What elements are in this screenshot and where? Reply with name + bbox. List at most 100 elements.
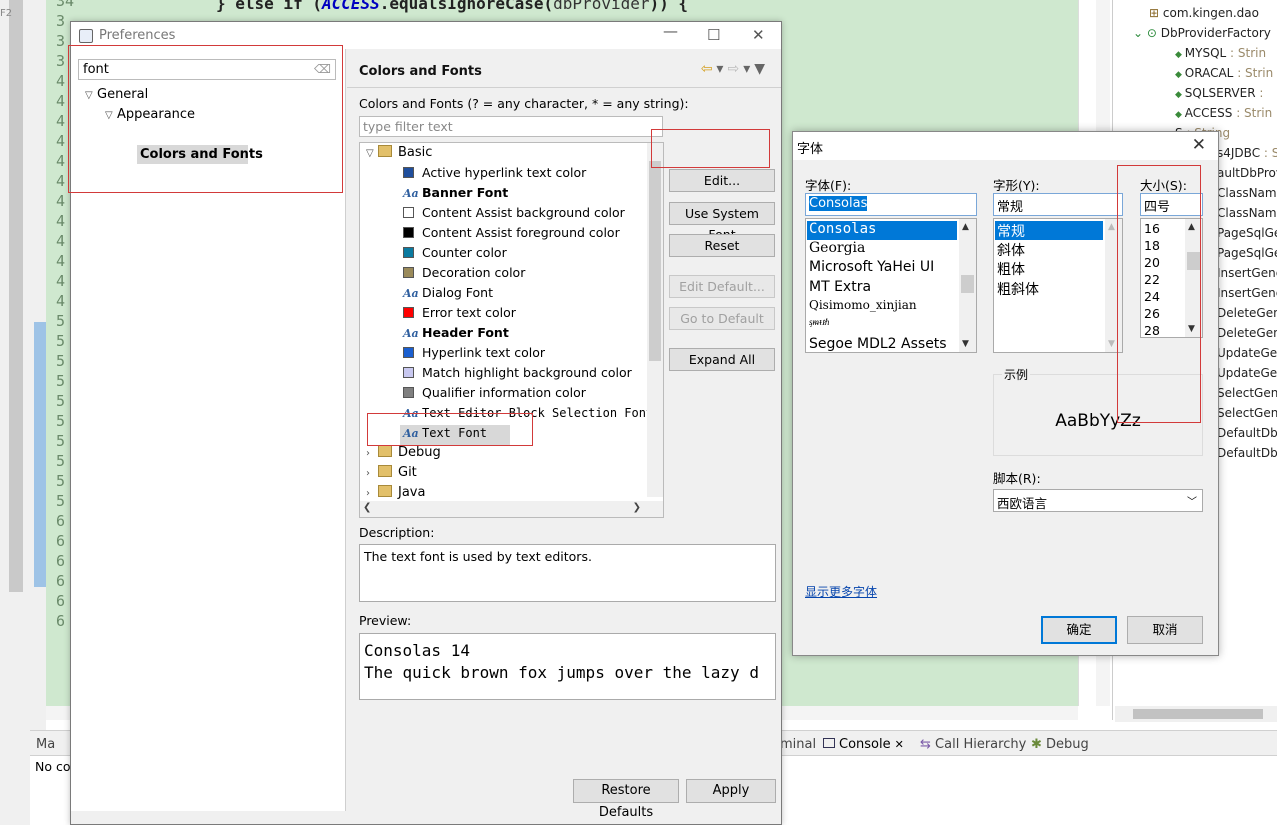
tab-terminal[interactable]: minal [780,737,816,752]
outline-item[interactable]: ◆ ORACAL : Strin [1175,66,1273,86]
colors-filter-input[interactable]: type filter text [359,116,663,137]
outline-item[interactable]: SelectGene [1217,386,1277,406]
cancel-button[interactable]: 取消 [1127,616,1203,644]
apply-button[interactable]: Apply [686,779,776,803]
tab-console[interactable]: Console ✕ [823,737,904,752]
outline-item[interactable]: UpdateGen [1217,366,1277,386]
outline-item[interactable]: ◆ ACCESS : Strin [1175,106,1272,126]
call-hierarchy-icon: ⇆ [920,737,931,752]
edit-default-button[interactable]: Edit Default... [669,275,775,298]
tree-item-basic[interactable]: ▽ Basic [366,145,432,165]
close-icon[interactable]: ✕ [752,26,765,44]
maximize-icon[interactable]: ☐ [707,26,720,44]
outline-item[interactable]: ⊞ com.kingen.dao [1149,6,1259,26]
eclipse-icon [79,29,93,43]
colors-fonts-tree[interactable]: ▽ Basic Active hyperlink text color Aa Bann… [359,142,664,518]
field-icon: ◆ [1175,110,1185,120]
annotation-box-size [1117,165,1201,423]
outline-item[interactable]: InsertGene [1217,286,1277,306]
ide-gutter-bar [9,0,23,592]
chevron-down-icon[interactable]: ▽ [366,148,378,159]
outline-item[interactable]: PageSqlGe [1217,226,1277,246]
color-font-item[interactable]: Aa Dialog Font [403,285,493,305]
font-style-input[interactable]: 常规 [993,193,1123,216]
color-font-item[interactable]: Hyperlink text color [403,345,545,365]
console-text: No co [35,759,71,774]
color-font-item[interactable]: Content Assist foreground color [403,225,620,245]
line-number: 5 [56,472,66,490]
list-item[interactable]: Consolas [807,221,957,240]
chevron-right-icon[interactable]: › [366,468,378,479]
edit-button[interactable]: Edit... [669,169,775,192]
list-item[interactable]: Georgia [807,240,957,259]
tab-call-hierarchy[interactable]: ⇆ Call Hierarchy [920,737,1026,752]
line-number: 6 [56,552,66,570]
outline-item[interactable]: DefaultDbP [1217,446,1277,466]
color-font-item[interactable]: Aa Header Font [403,325,509,345]
list-item[interactable]: Qisimomo_xinjian [807,298,957,317]
tree-item-group[interactable]: › Git [366,465,417,485]
font-name-list[interactable]: ▲ ▼ Consolas Georgia Microsoft YaHei UI MT E… [805,218,977,353]
color-font-item[interactable]: Aa Banner Font [403,185,508,205]
script-select[interactable]: 西欧语言 ﹀ [993,489,1203,512]
expand-all-button[interactable]: Expand All [669,348,775,371]
tab-markers[interactable]: Ma [36,737,55,752]
line-number: 34 [56,0,75,10]
color-swatch-icon [403,227,414,238]
list-item[interactable]: 粗体 [995,259,1103,278]
outline-item[interactable]: ⌄ ⊙ DbProviderFactory [1133,26,1271,46]
go-to-default-button[interactable]: Go to Default [669,307,775,330]
color-font-item[interactable]: Content Assist background color [403,205,625,225]
color-font-item[interactable]: Decoration color [403,265,525,285]
color-font-item[interactable]: Counter color [403,245,507,265]
list-item[interactable]: ᶊᵯᵼᵺ [807,317,957,336]
font-dialog-titlebar[interactable]: 字体 ✕ [793,132,1218,160]
list-item[interactable]: MT Extra [807,279,957,298]
outline-item[interactable]: InsertGene [1217,266,1277,286]
outline-item[interactable]: DeleteGene [1217,306,1277,326]
use-system-font-button[interactable]: Use System Font [669,202,775,242]
line-number: 4 [56,272,66,290]
color-font-item[interactable]: Match highlight background color [403,365,632,385]
list-item[interactable]: 粗斜体 [995,279,1103,298]
minimize-icon[interactable]: — [663,22,678,40]
chevron-right-icon[interactable]: › [366,448,378,459]
chevron-down-icon[interactable]: ﹀ [1187,493,1197,508]
outline-item[interactable]: ◆ SQLSERVER : [1175,86,1263,106]
font-style-list[interactable]: ▲ ▼ 常规 斜体 粗体 粗斜体 [993,218,1123,353]
chevron-right-icon[interactable]: › [366,488,378,499]
outline-item[interactable]: DefaultDbP [1217,426,1277,446]
outline-item[interactable]: DeleteGene [1217,326,1277,346]
outline-item[interactable]: ClassName [1217,206,1277,226]
list-item[interactable]: 常规 [995,221,1103,240]
reset-button[interactable]: Reset [669,234,775,257]
outline-item[interactable]: UpdateGen [1217,346,1277,366]
color-font-item[interactable]: Error text color [403,305,516,325]
nav-arrows[interactable]: ⇦▾⇨▾▼ [701,61,769,77]
outline-item[interactable]: s4JDBC : S [1217,146,1277,166]
outline-item[interactable]: SelectGene [1217,406,1277,426]
list-item[interactable]: Segoe MDL2 Assets [807,336,957,352]
list-item[interactable]: 斜体 [995,240,1103,259]
outline-item[interactable]: ClassName [1217,186,1277,206]
show-more-fonts-link[interactable]: 显示更多字体 [805,583,877,600]
font-name-input[interactable]: Consolas [805,193,977,216]
tree-item-group[interactable]: › Debug [366,445,441,465]
list-item[interactable]: Microsoft YaHei UI [807,259,957,278]
line-number: 3 [56,32,66,50]
close-icon[interactable]: ✕ [1192,135,1206,155]
ide-selection-marker [34,322,46,587]
tree-vscroll[interactable] [647,143,663,497]
tab-debug[interactable]: ✱ Debug [1031,737,1089,752]
color-font-item[interactable]: Active hyperlink text color [403,165,586,185]
restore-defaults-button[interactable]: Restore Defaults [573,779,679,820]
outline-hscroll[interactable] [1115,706,1277,722]
line-number: 6 [56,572,66,590]
outline-item[interactable]: ◆ MYSQL : Strin [1175,46,1266,66]
color-font-item[interactable]: Qualifier information color [403,385,586,405]
close-icon[interactable]: ✕ [895,738,904,751]
ok-button[interactable]: 确定 [1041,616,1117,644]
outline-item[interactable]: aultDbProv [1217,166,1277,186]
outline-item[interactable]: PageSqlGe [1217,246,1277,266]
tree-hscroll[interactable]: ❮ ❯ [360,501,663,517]
